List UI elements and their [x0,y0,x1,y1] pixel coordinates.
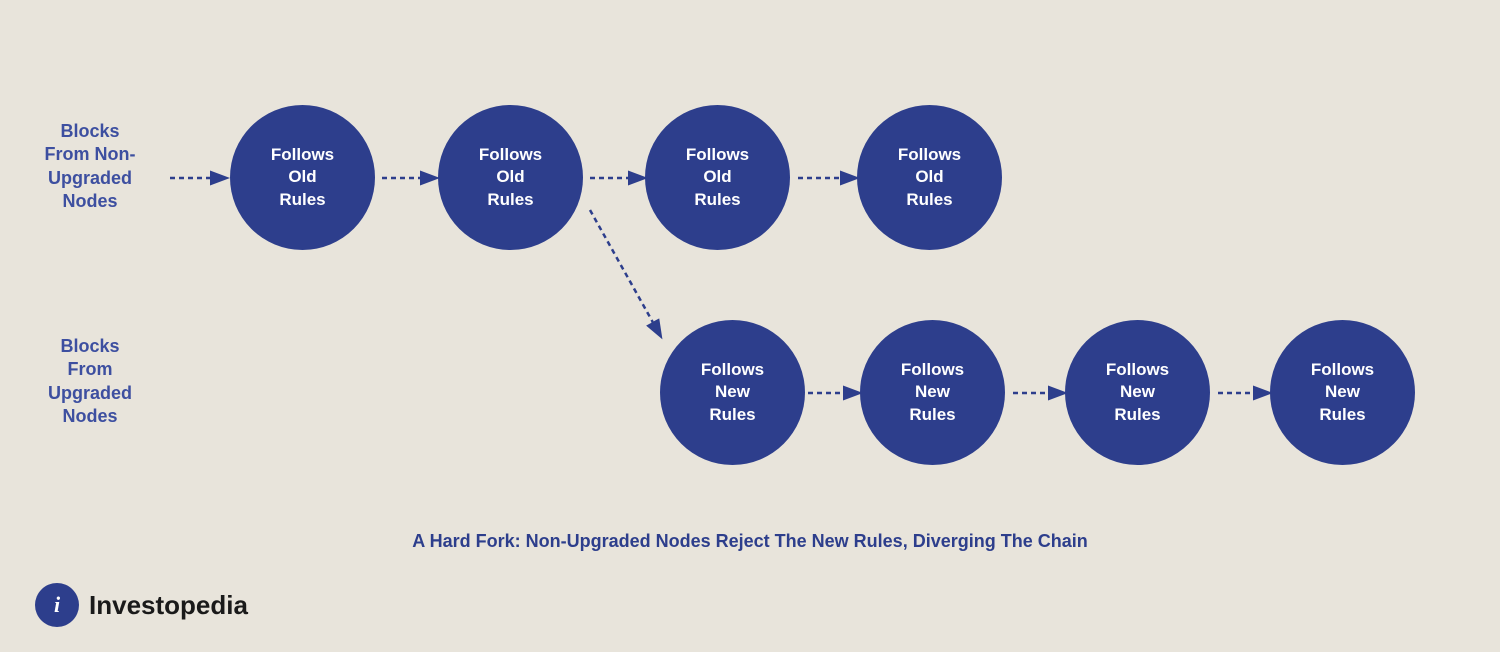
label-top: BlocksFrom Non-UpgradedNodes [30,120,150,214]
circle-old-4: FollowsOldRules [857,105,1002,250]
circle-new-4: FollowsNewRules [1270,320,1415,465]
caption: A Hard Fork: Non-Upgraded Nodes Reject T… [412,531,1087,552]
circle-new-1: FollowsNewRules [660,320,805,465]
diagram-container: BlocksFrom Non-UpgradedNodes BlocksFromU… [0,0,1500,652]
circle-old-3: FollowsOldRules [645,105,790,250]
label-bottom: BlocksFromUpgradedNodes [30,335,150,429]
circle-old-1: FollowsOldRules [230,105,375,250]
logo-text: Investopedia [89,590,248,621]
circle-new-3: FollowsNewRules [1065,320,1210,465]
circle-old-2: FollowsOldRules [438,105,583,250]
logo-icon: i [35,583,79,627]
circle-new-2: FollowsNewRules [860,320,1005,465]
logo-container: i Investopedia [35,583,248,627]
